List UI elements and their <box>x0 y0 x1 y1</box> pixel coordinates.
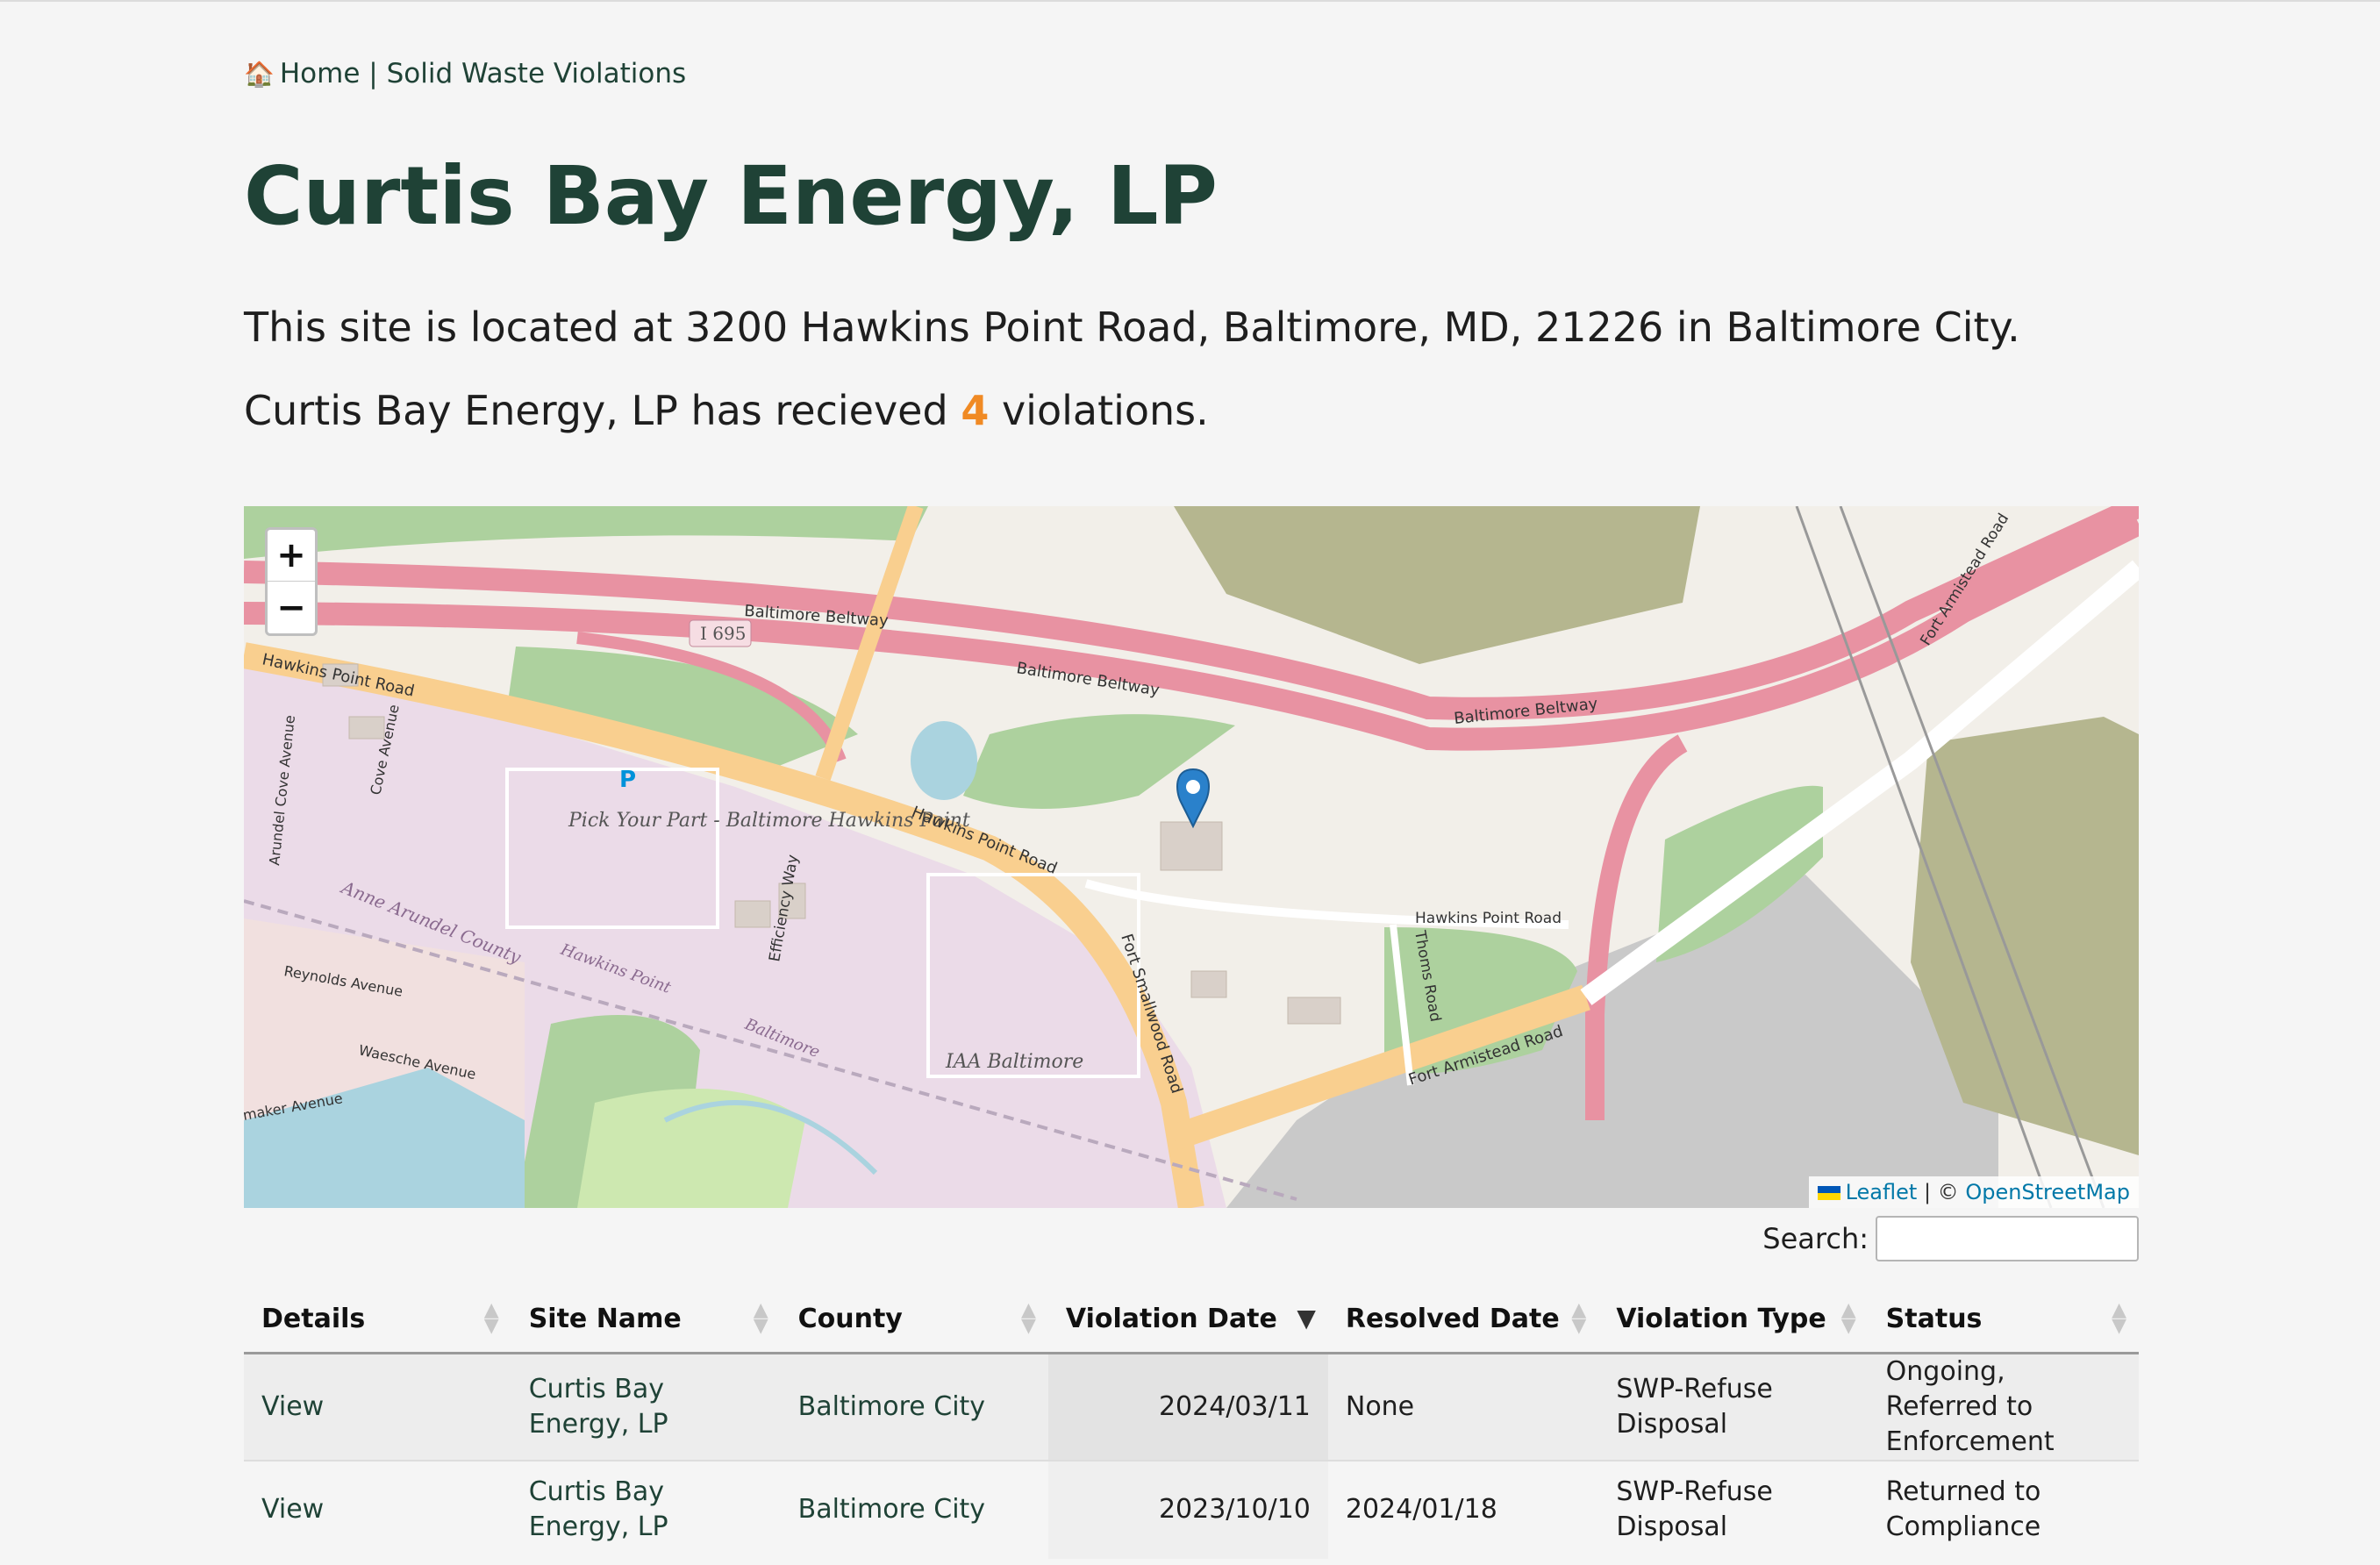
view-link[interactable]: View <box>261 1391 324 1422</box>
map-attribution: Leaflet | © OpenStreetMap <box>1808 1176 2139 1208</box>
parking-icon: P <box>619 767 636 793</box>
cell-site-name: Curtis Bay Energy, LP <box>511 1459 781 1559</box>
table-header-row: Details ▲ ▼ Site Name ▲ ▼ County ▲ ▼ Violation… <box>244 1286 2139 1354</box>
table-row: View Curtis Bay Energy, LP Baltimore Cit… <box>244 1459 2139 1559</box>
location-marker[interactable] <box>1176 768 1211 829</box>
cell-violation-date: 2024/03/11 <box>1047 1352 1328 1461</box>
sort-desc-icon: ▼ <box>1297 1304 1316 1333</box>
column-label: Details <box>261 1303 366 1334</box>
cell-status: Returned to Compliance <box>1868 1459 2139 1559</box>
view-link[interactable]: View <box>261 1494 324 1525</box>
sort-icon: ▲ ▼ <box>1840 1299 1856 1338</box>
search-label: Search: <box>1762 1222 1869 1255</box>
cell-violation-type: SWP-Refuse Disposal <box>1598 1459 1869 1559</box>
building <box>1190 970 1227 998</box>
cell-status: Ongoing, Referred to Enforcement <box>1868 1352 2139 1461</box>
page-title: Curtis Bay Energy, LP <box>244 149 1218 243</box>
column-header-site-name[interactable]: Site Name ▲ ▼ <box>511 1286 781 1354</box>
violations-sentence: Curtis Bay Energy, LP has recieved 4 vio… <box>244 387 1209 434</box>
column-label: Resolved Date <box>1345 1303 1560 1334</box>
sort-icon: ▲ ▼ <box>1020 1299 1036 1338</box>
column-label: County <box>797 1303 903 1334</box>
cell-county: Baltimore City <box>780 1352 1048 1461</box>
pond <box>911 721 977 800</box>
cell-violation-type: SWP-Refuse Disposal <box>1598 1352 1869 1461</box>
breadcrumb: 🏠 Home | Solid Waste Violations <box>244 58 686 89</box>
breadcrumb-current-link[interactable]: Solid Waste Violations <box>387 58 687 89</box>
column-header-county[interactable]: County ▲ ▼ <box>780 1286 1048 1354</box>
cell-violation-date: 2023/10/10 <box>1047 1459 1328 1559</box>
building <box>1160 821 1223 871</box>
column-label: Status <box>1885 1303 1983 1334</box>
cell-details: View <box>244 1352 511 1461</box>
map-label: I 695 <box>700 623 746 644</box>
map-tiles[interactable]: P Hawkins Point Road Baltimore Beltway B… <box>244 506 2139 1208</box>
map-label: IAA Baltimore <box>945 1051 1083 1073</box>
violations-table: Details ▲ ▼ Site Name ▲ ▼ County ▲ ▼ Violation… <box>244 1286 2139 1559</box>
openstreetmap-link[interactable]: OpenStreetMap <box>1965 1180 2130 1204</box>
zoom-control: + − <box>265 527 318 636</box>
table-row: View Curtis Bay Energy, LP Baltimore Cit… <box>244 1352 2139 1461</box>
cell-resolved-date: 2024/01/18 <box>1327 1459 1599 1559</box>
cell-county: Baltimore City <box>780 1459 1048 1559</box>
table-search: Search: <box>1762 1216 2139 1261</box>
site-map[interactable]: P Hawkins Point Road Baltimore Beltway B… <box>244 506 2139 1208</box>
map-label: Pick Your Part - Baltimore Hawkins Point <box>568 810 970 832</box>
column-label: Violation Date <box>1065 1303 1277 1334</box>
violations-prefix: Curtis Bay Energy, LP has recieved <box>244 387 948 434</box>
column-label: Site Name <box>528 1303 682 1334</box>
cell-details: View <box>244 1459 511 1559</box>
cell-site-name: Curtis Bay Energy, LP <box>511 1352 781 1461</box>
park-area <box>244 506 928 559</box>
quarry-area <box>1226 875 1998 1208</box>
building <box>1287 997 1341 1025</box>
column-label: Violation Type <box>1616 1303 1826 1334</box>
building <box>734 900 771 928</box>
site-name-link[interactable]: Curtis Bay Energy, LP <box>529 1374 668 1440</box>
search-input[interactable] <box>1876 1216 2139 1261</box>
sort-icon: ▲ ▼ <box>483 1299 499 1338</box>
breadcrumb-separator: | <box>368 58 378 89</box>
violations-suffix: violations. <box>1001 387 1209 434</box>
column-header-violation-type[interactable]: Violation Type ▲ ▼ <box>1598 1286 1869 1354</box>
violations-count: 4 <box>961 387 990 434</box>
ukraine-flag-icon <box>1817 1186 1840 1200</box>
column-header-details[interactable]: Details ▲ ▼ <box>244 1286 511 1354</box>
landfill-area <box>1174 506 1700 664</box>
county-link[interactable]: Baltimore City <box>798 1391 985 1422</box>
column-header-violation-date[interactable]: Violation Date ▼ <box>1047 1286 1328 1354</box>
top-divider <box>0 0 2380 2</box>
zoom-out-button[interactable]: − <box>268 582 315 633</box>
attribution-separator: | © <box>1923 1180 1959 1204</box>
zoom-in-button[interactable]: + <box>268 530 315 582</box>
house-icon: 🏠 <box>244 60 275 89</box>
column-header-resolved-date[interactable]: Resolved Date ▲ ▼ <box>1327 1286 1599 1354</box>
county-link[interactable]: Baltimore City <box>798 1494 985 1525</box>
location-sentence: This site is located at 3200 Hawkins Poi… <box>244 304 2020 351</box>
site-name-link[interactable]: Curtis Bay Energy, LP <box>529 1476 668 1542</box>
breadcrumb-home-link[interactable]: Home <box>280 58 361 89</box>
sort-icon: ▲ ▼ <box>753 1299 768 1338</box>
cell-resolved-date: None <box>1327 1352 1599 1461</box>
leaflet-link[interactable]: Leaflet <box>1846 1180 1918 1204</box>
column-header-status[interactable]: Status ▲ ▼ <box>1868 1286 2139 1354</box>
sort-icon: ▲ ▼ <box>1571 1299 1587 1338</box>
sort-icon: ▲ ▼ <box>2112 1299 2126 1338</box>
map-label: Hawkins Point Road <box>1415 910 1562 927</box>
